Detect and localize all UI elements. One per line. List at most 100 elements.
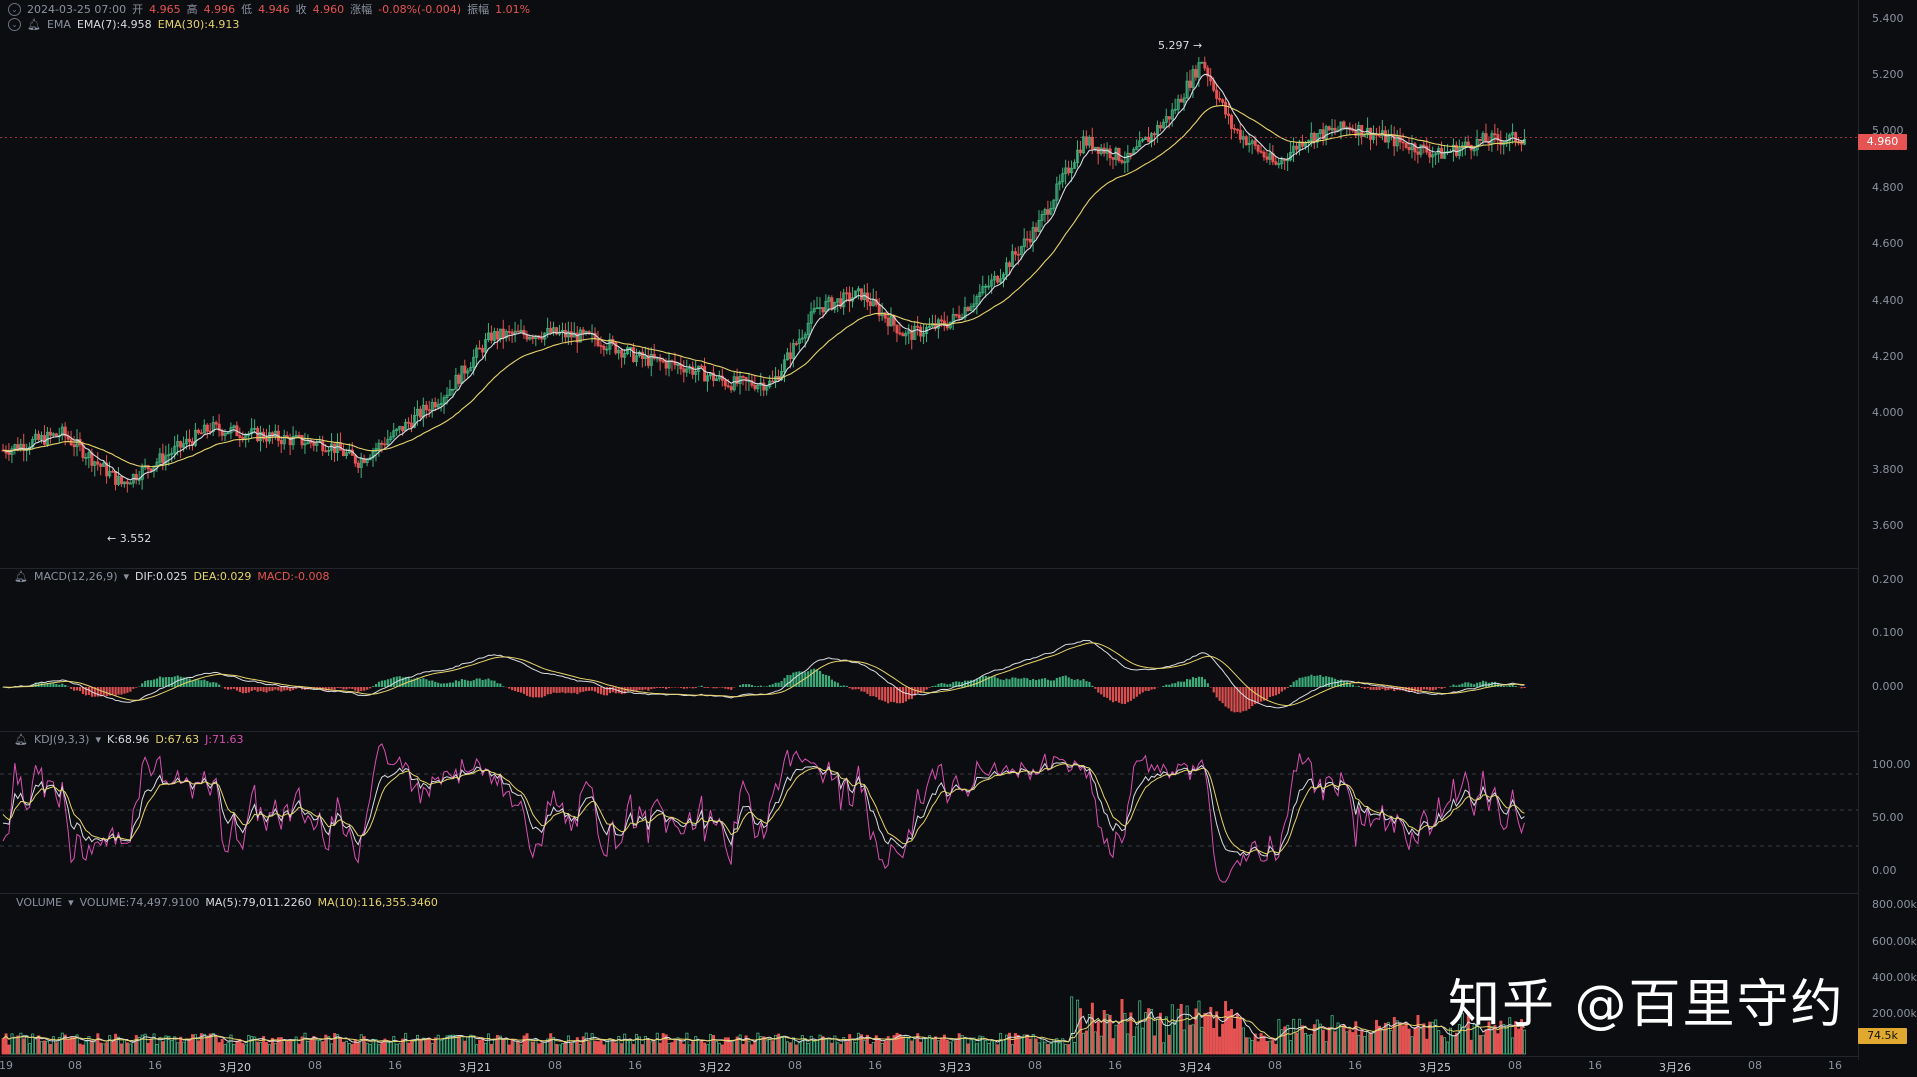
macd-bar bbox=[810, 669, 813, 687]
candle-body bbox=[1034, 227, 1038, 232]
macd-bar bbox=[188, 678, 191, 687]
candle-body bbox=[418, 408, 422, 418]
macd-bar bbox=[64, 685, 67, 687]
time-tick: 3月22 bbox=[699, 1061, 731, 1074]
volume-bar bbox=[1117, 1024, 1121, 1055]
macd-bar bbox=[940, 682, 943, 687]
macd-bar bbox=[1239, 687, 1242, 713]
macd-bar bbox=[875, 687, 878, 698]
volume-bar bbox=[1301, 1025, 1305, 1055]
macd-bar bbox=[457, 681, 461, 687]
macd-bar bbox=[1017, 678, 1020, 687]
macd-bar bbox=[993, 676, 996, 687]
volume-bar bbox=[1188, 1024, 1192, 1055]
volume-bar bbox=[350, 1043, 354, 1055]
volume-bar bbox=[1221, 1023, 1225, 1055]
volume-bar bbox=[1410, 1036, 1414, 1055]
volume-bar bbox=[679, 1039, 683, 1055]
k-line bbox=[2, 761, 1525, 857]
macd-bar bbox=[357, 687, 360, 693]
volume-bar bbox=[830, 1042, 834, 1055]
macd-bar bbox=[887, 687, 890, 704]
volume-bar bbox=[572, 1041, 576, 1055]
candle-body bbox=[1404, 142, 1408, 148]
volume-bar bbox=[418, 1038, 422, 1055]
volume-bar bbox=[1034, 1038, 1038, 1055]
volume-bar bbox=[1099, 1035, 1103, 1055]
volume-bar bbox=[478, 1039, 482, 1055]
macd-bar bbox=[996, 678, 999, 687]
macd-bar bbox=[682, 687, 685, 689]
macd-bar bbox=[1437, 687, 1440, 689]
volume-tick: 400.00k bbox=[1872, 971, 1917, 984]
candle-body bbox=[729, 386, 733, 391]
macd-bar bbox=[984, 676, 987, 687]
volume-bar bbox=[904, 1035, 908, 1055]
volume-bar bbox=[489, 1043, 493, 1055]
macd-bar bbox=[1191, 677, 1195, 687]
macd-bar bbox=[1455, 685, 1458, 687]
volume-bar bbox=[1383, 1022, 1387, 1055]
macd-bar bbox=[514, 687, 517, 692]
candle-body bbox=[794, 343, 798, 345]
candlestick-chart[interactable] bbox=[0, 0, 1858, 568]
volume-bar bbox=[1369, 1032, 1373, 1055]
macd-bar bbox=[1360, 687, 1363, 688]
macd-bar bbox=[1351, 684, 1354, 687]
volume-bar bbox=[1170, 1004, 1174, 1055]
time-tick: 08 bbox=[1028, 1059, 1042, 1072]
macd-bar bbox=[1425, 687, 1428, 690]
volume-bar bbox=[525, 1033, 529, 1055]
volume-bar bbox=[344, 1040, 348, 1055]
macd-tick: 0.200 bbox=[1872, 573, 1904, 586]
candle-body bbox=[125, 481, 129, 485]
macd-bar bbox=[1112, 687, 1115, 703]
macd-bar bbox=[1422, 687, 1425, 690]
watermark: 知乎 @百里守约 bbox=[1448, 975, 1845, 1035]
volume-tick: 600.00k bbox=[1872, 935, 1917, 948]
candle-body bbox=[321, 440, 325, 452]
macd-bar bbox=[1049, 680, 1053, 687]
candle-body bbox=[179, 441, 183, 448]
macd-bar bbox=[1449, 686, 1452, 687]
volume-bar bbox=[1306, 1034, 1310, 1055]
volume-bar bbox=[1425, 1038, 1429, 1055]
volume-bar bbox=[90, 1040, 94, 1055]
volume-bar bbox=[939, 1037, 943, 1055]
macd-bar bbox=[1038, 679, 1041, 687]
macd-bar bbox=[1431, 687, 1434, 691]
macd-tick: 0.100 bbox=[1872, 626, 1904, 639]
volume-bar bbox=[120, 1043, 124, 1055]
macd-bar bbox=[132, 687, 135, 689]
macd-bar bbox=[774, 682, 777, 687]
candle-body bbox=[886, 317, 890, 327]
volume-bar bbox=[791, 1037, 795, 1055]
macd-bar bbox=[1035, 680, 1038, 687]
macd-bar bbox=[1011, 677, 1014, 687]
volume-bar bbox=[1067, 1044, 1071, 1055]
candle-body bbox=[427, 409, 431, 412]
macd-bar bbox=[342, 687, 345, 690]
macd-bar bbox=[369, 687, 372, 689]
macd-bar bbox=[478, 678, 481, 687]
candle-body bbox=[297, 435, 301, 437]
kdj-chart[interactable] bbox=[0, 732, 1858, 893]
volume-bar bbox=[1360, 1030, 1364, 1055]
volume-bar bbox=[377, 1044, 381, 1055]
volume-bar bbox=[780, 1035, 784, 1055]
volume-bar bbox=[558, 1044, 562, 1055]
macd-bar bbox=[851, 687, 854, 690]
macd-chart[interactable] bbox=[0, 569, 1858, 731]
macd-bar bbox=[665, 687, 668, 690]
macd-bar bbox=[333, 687, 336, 690]
macd-bar bbox=[534, 687, 537, 698]
candle-body bbox=[99, 463, 103, 467]
volume-bar bbox=[1212, 1028, 1216, 1055]
volume-bar bbox=[1002, 1039, 1006, 1055]
volume-bar bbox=[1327, 1027, 1331, 1055]
macd-bar bbox=[363, 687, 366, 691]
macd-bar bbox=[901, 687, 905, 704]
macd-bar bbox=[58, 684, 61, 687]
volume-bar bbox=[1, 1038, 5, 1055]
volume-bar bbox=[430, 1043, 434, 1055]
